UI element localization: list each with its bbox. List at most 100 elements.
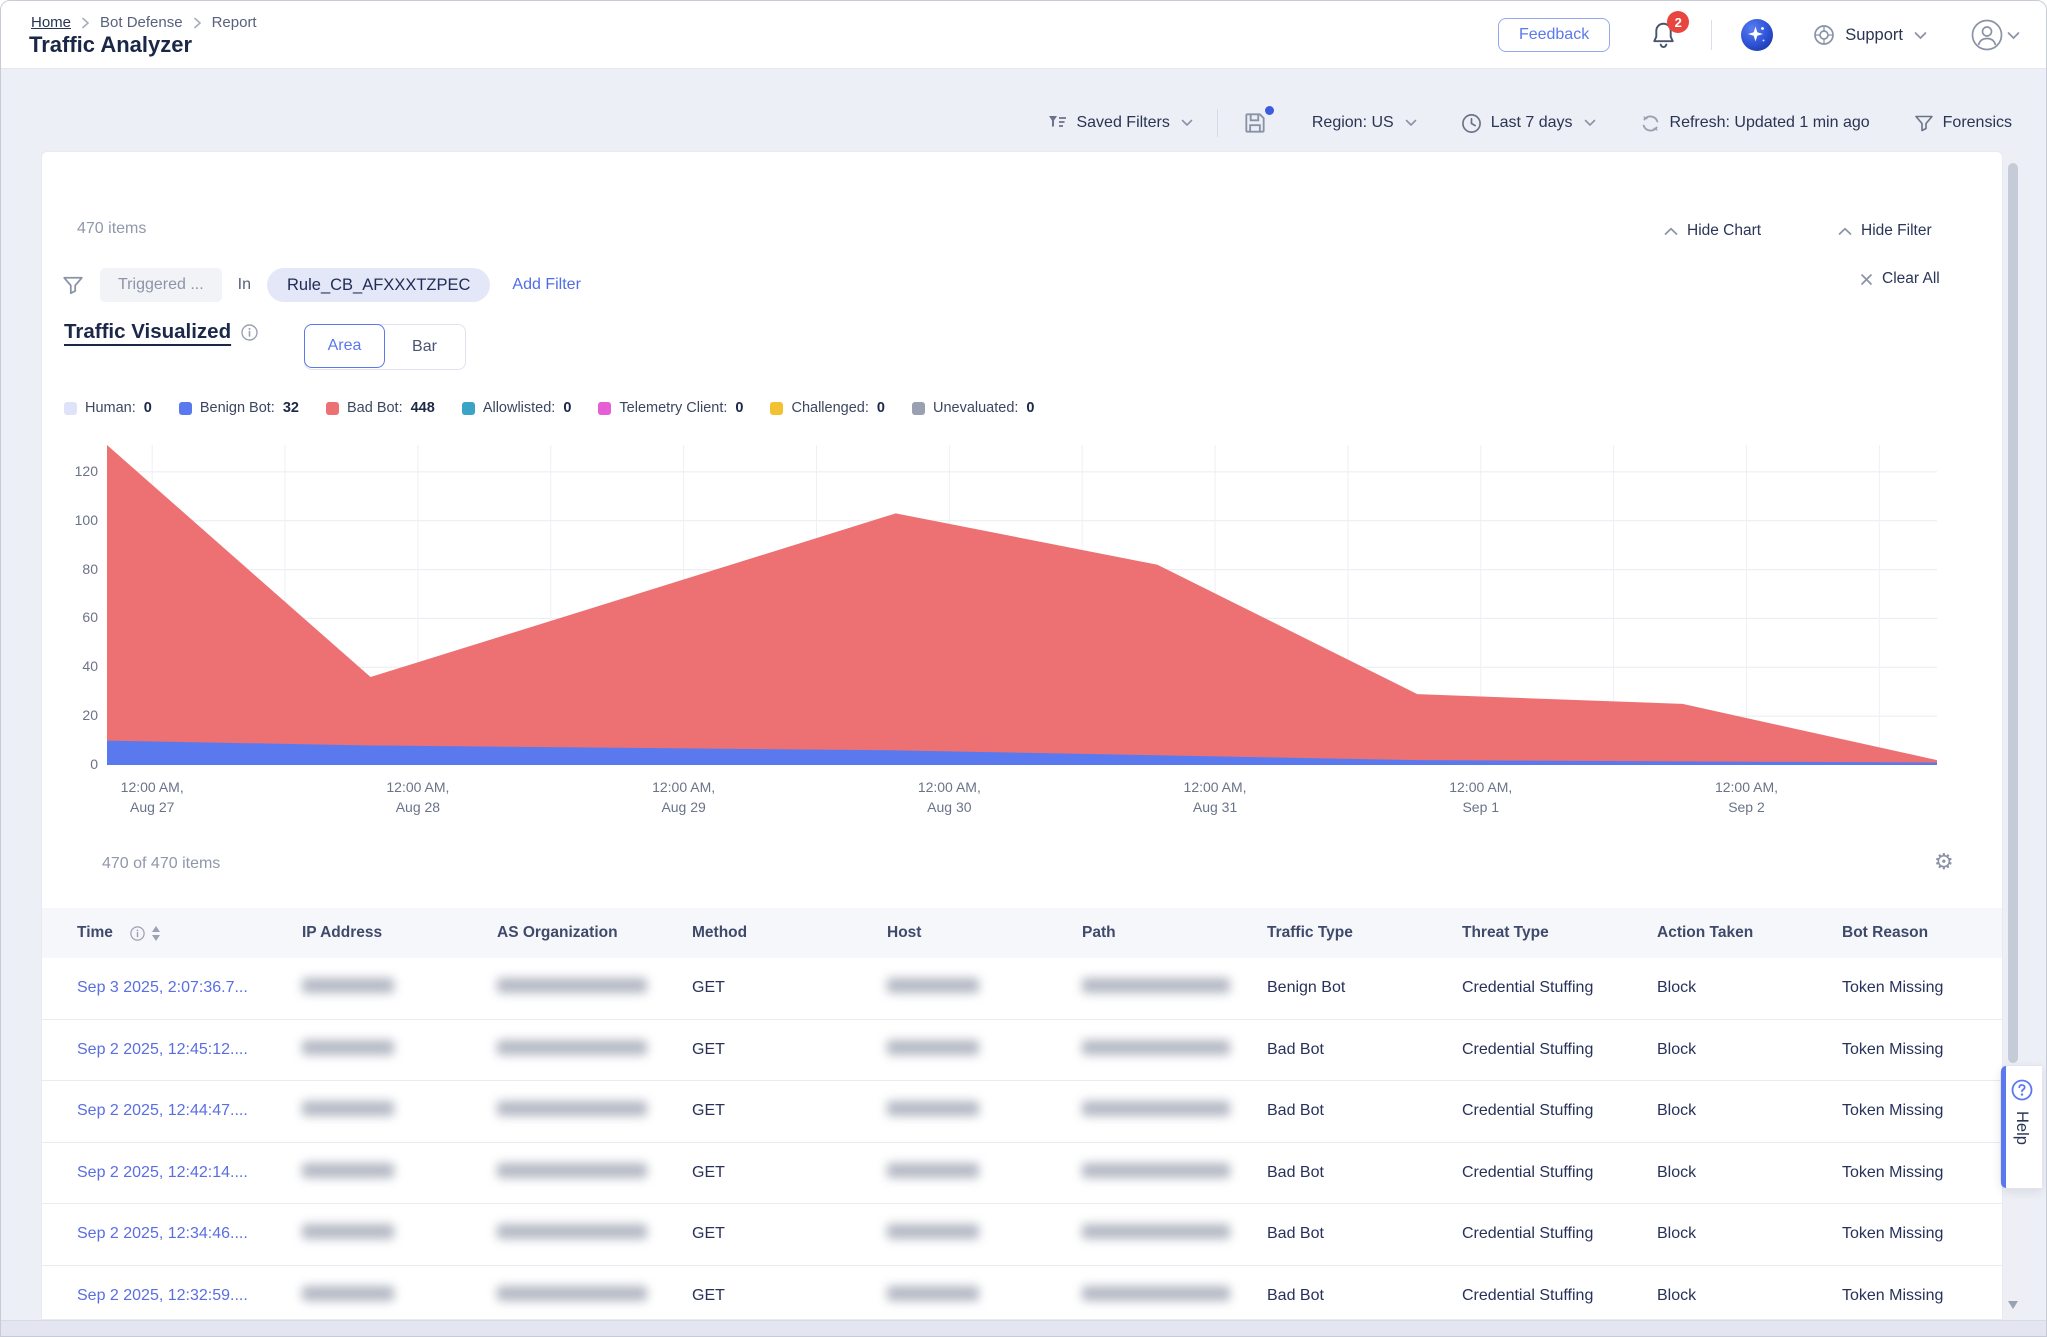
help-tab[interactable]: Help (2000, 1065, 2042, 1189)
cell-threat-type: Credential Stuffing (1462, 1164, 1657, 1182)
info-icon[interactable] (241, 324, 258, 341)
clear-all-button[interactable]: Clear All (1860, 270, 1940, 288)
feedback-button[interactable]: Feedback (1498, 18, 1610, 52)
toggle-area-button[interactable]: Area (304, 324, 385, 368)
y-axis-tick: 20 (42, 707, 98, 723)
sort-toggle[interactable] (152, 926, 160, 941)
app-window: Home Bot Defense Report Traffic Analyzer… (0, 0, 2047, 1337)
breadcrumb-report[interactable]: Report (212, 14, 257, 31)
notifications-button[interactable]: 2 (1650, 20, 1677, 50)
cell-ip-address (302, 1163, 497, 1183)
chevron-down-icon (1914, 31, 1927, 40)
cell-ip-address (302, 978, 497, 998)
filter-sort-icon (1047, 114, 1067, 132)
breadcrumb-home[interactable]: Home (31, 14, 71, 31)
time-link[interactable]: Sep 2 2025, 12:44:47.... (77, 1102, 248, 1119)
save-filter-button[interactable] (1242, 110, 1268, 136)
time-link[interactable]: Sep 2 2025, 12:42:14.... (77, 1164, 248, 1181)
legend-value: 0 (144, 400, 152, 416)
cell-bot-reason: Token Missing (1842, 1225, 2002, 1243)
x-axis-tick: 12:00 AM,Aug 27 (82, 777, 222, 818)
cell-time[interactable]: Sep 2 2025, 12:32:59.... (77, 1287, 302, 1305)
legend-swatch (179, 402, 192, 415)
legend-item-challenged[interactable]: Challenged:0 (770, 400, 884, 416)
column-label: Time (77, 924, 113, 942)
legend-item-human[interactable]: Human:0 (64, 400, 152, 416)
legend-swatch (326, 402, 339, 415)
user-menu[interactable] (1971, 19, 2020, 51)
breadcrumb-bot-defense[interactable]: Bot Defense (100, 14, 183, 31)
x-axis-tick: 12:00 AM,Sep 2 (1676, 777, 1816, 818)
redacted-value (887, 1286, 979, 1301)
legend-item-telemetry-client[interactable]: Telemetry Client:0 (598, 400, 743, 416)
cell-action-taken: Block (1657, 1287, 1842, 1305)
legend-value: 0 (877, 400, 885, 416)
help-tab-label: Help (2012, 1111, 2031, 1145)
column-header-as-organization: AS Organization (497, 924, 692, 942)
time-link[interactable]: Sep 2 2025, 12:45:12.... (77, 1041, 248, 1058)
filter-field-chip[interactable]: Triggered ... (100, 268, 222, 302)
legend-item-bad-bot[interactable]: Bad Bot:448 (326, 400, 435, 416)
refresh-button[interactable]: Refresh: Updated 1 min ago (1640, 113, 1870, 134)
column-header-time[interactable]: Time (77, 924, 302, 942)
vertical-scrollbar-thumb[interactable] (2008, 163, 2018, 1063)
horizontal-scrollbar-track[interactable] (1, 1320, 2046, 1337)
legend-item-unevaluated[interactable]: Unevaluated:0 (912, 400, 1035, 416)
forensics-button[interactable]: Forensics (1914, 114, 2012, 133)
table-settings-gear-icon[interactable]: ⚙ (1934, 850, 1954, 875)
column-header-bot-reason: Bot Reason (1842, 924, 2002, 942)
legend-swatch (64, 402, 77, 415)
cell-path (1082, 1040, 1267, 1060)
hide-chart-button[interactable]: Hide Chart (1664, 222, 1761, 240)
info-icon[interactable] (130, 926, 145, 941)
column-label: Threat Type (1462, 924, 1549, 942)
time-range-label: Last 7 days (1491, 114, 1573, 132)
save-icon (1242, 110, 1268, 136)
cell-bot-reason: Token Missing (1842, 1287, 2002, 1305)
x-axis-tick: 12:00 AM,Aug 28 (348, 777, 488, 818)
time-link[interactable]: Sep 2 2025, 12:34:46.... (77, 1225, 248, 1242)
legend-item-benign-bot[interactable]: Benign Bot:32 (179, 400, 299, 416)
time-link[interactable]: Sep 3 2025, 2:07:36.7... (77, 979, 248, 996)
cell-method: GET (692, 1102, 887, 1120)
legend-item-allowlisted[interactable]: Allowlisted:0 (462, 400, 572, 416)
redacted-value (1082, 1101, 1230, 1116)
chevron-down-icon (1584, 119, 1596, 127)
cell-time[interactable]: Sep 2 2025, 12:34:46.... (77, 1225, 302, 1243)
ai-assistant-button[interactable] (1740, 18, 1774, 52)
header-divider (1711, 20, 1712, 50)
legend-value: 0 (735, 400, 743, 416)
support-menu[interactable]: Support (1812, 23, 1927, 47)
cell-action-taken: Block (1657, 979, 1842, 997)
cell-time[interactable]: Sep 2 2025, 12:45:12.... (77, 1041, 302, 1059)
table-row: Sep 2 2025, 12:34:46....GETBad BotCreden… (42, 1204, 2002, 1266)
cell-time[interactable]: Sep 2 2025, 12:44:47.... (77, 1102, 302, 1120)
refresh-label: Refresh: Updated 1 min ago (1670, 114, 1870, 132)
legend-value: 448 (411, 400, 435, 416)
add-filter-button[interactable]: Add Filter (512, 276, 580, 294)
table-header-row: TimeIP AddressAS OrganizationMethodHostP… (42, 908, 2002, 958)
redacted-value (497, 1286, 647, 1301)
legend-value: 0 (1026, 400, 1034, 416)
hide-filter-button[interactable]: Hide Filter (1838, 222, 1932, 240)
cell-method: GET (692, 1225, 887, 1243)
x-axis-tick: 12:00 AM,Aug 29 (614, 777, 754, 818)
toggle-bar-button[interactable]: Bar (384, 325, 465, 369)
time-link[interactable]: Sep 2 2025, 12:32:59.... (77, 1287, 248, 1304)
saved-filters-menu[interactable]: Saved Filters (1047, 114, 1192, 132)
cell-action-taken: Block (1657, 1041, 1842, 1059)
filter-value-chip[interactable]: Rule_CB_AFXXXTZPEC (267, 268, 490, 302)
redacted-value (302, 1224, 394, 1239)
redacted-value (1082, 978, 1230, 993)
scrollbar-down-arrow[interactable] (2008, 1301, 2018, 1309)
cell-time[interactable]: Sep 3 2025, 2:07:36.7... (77, 979, 302, 997)
chevron-down-icon (1405, 119, 1417, 127)
region-selector[interactable]: Region: US (1312, 114, 1417, 132)
cell-action-taken: Block (1657, 1225, 1842, 1243)
redacted-value (887, 1163, 979, 1178)
chevron-down-icon (1181, 119, 1193, 127)
cell-time[interactable]: Sep 2 2025, 12:42:14.... (77, 1164, 302, 1182)
redacted-value (302, 978, 394, 993)
redacted-value (1082, 1163, 1230, 1178)
time-range-selector[interactable]: Last 7 days (1461, 113, 1596, 134)
